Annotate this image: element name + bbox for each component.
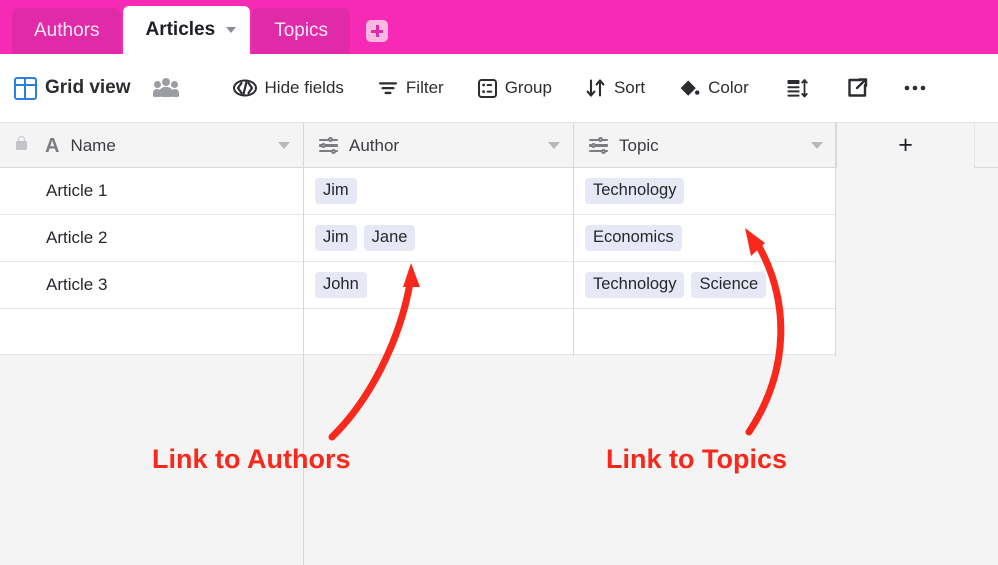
hide-fields-icon <box>232 79 257 97</box>
column-header-name[interactable]: A Name <box>0 123 303 168</box>
cell-author[interactable]: Jim Jane <box>304 215 573 261</box>
column-divider <box>835 123 836 356</box>
filter-button[interactable]: Filter <box>378 78 444 98</box>
column-menu-caret-topic[interactable] <box>811 142 823 149</box>
sort-label: Sort <box>613 78 646 97</box>
grid-rows: Article 1 Jim Technology Article 2 Jim J… <box>0 168 836 355</box>
tab-authors-label: Authors <box>34 20 100 41</box>
linked-record-chip[interactable]: Jane <box>363 225 416 251</box>
grid-view-icon <box>14 76 37 100</box>
column-header-topic-label: Topic <box>619 135 659 155</box>
linked-record-chip[interactable]: Economics <box>585 225 682 251</box>
group-icon <box>477 78 497 98</box>
tab-articles[interactable]: Articles <box>123 6 251 54</box>
cell-name[interactable]: Article 2 <box>0 215 303 261</box>
linked-record-chip[interactable]: Jim <box>315 225 357 251</box>
cell-topic[interactable]: Technology Science <box>574 262 836 308</box>
paint-bucket-icon <box>679 79 700 98</box>
table-tab-bar: Authors Articles Topics <box>0 0 998 54</box>
add-table-button[interactable] <box>366 20 389 42</box>
airtable-grid-screen: Authors Articles Topics Grid view Hide f… <box>0 0 998 565</box>
column-header-author[interactable]: Author <box>304 123 573 168</box>
linked-record-chip[interactable]: Jim <box>315 178 357 204</box>
table-row[interactable]: Article 3 John Technology Science <box>0 262 836 309</box>
table-row[interactable] <box>0 309 836 355</box>
hide-fields-label: Hide fields <box>264 78 344 97</box>
tab-topics[interactable]: Topics <box>252 8 351 54</box>
annotation-link-to-topics: Link to Topics <box>606 444 787 474</box>
column-header-topic[interactable]: Topic <box>574 123 836 168</box>
column-menu-caret-name[interactable] <box>278 142 290 149</box>
color-button[interactable]: Color <box>679 78 749 98</box>
cell-author[interactable]: Jim <box>304 168 573 214</box>
grid-column-header-row: A Name Author Topic + <box>0 123 998 168</box>
grid-view-button[interactable]: Grid view <box>14 76 131 100</box>
cell-name[interactable] <box>0 309 303 355</box>
row-height-button[interactable] <box>787 78 809 98</box>
group-label: Group <box>504 78 552 97</box>
table-row[interactable]: Article 2 Jim Jane Economics <box>0 215 836 262</box>
linked-record-chip[interactable]: John <box>315 272 367 298</box>
cell-topic[interactable]: Economics <box>574 215 836 261</box>
sort-button[interactable]: Sort <box>586 78 645 98</box>
column-header-name-label: Name <box>70 135 116 155</box>
lock-icon <box>16 136 27 150</box>
share-view-button[interactable] <box>847 78 868 98</box>
annotation-link-to-authors: Link to Authors <box>152 444 351 474</box>
sort-icon <box>586 79 606 97</box>
cell-name[interactable]: Article 3 <box>0 262 303 308</box>
tab-articles-label: Articles <box>145 19 216 40</box>
filter-label: Filter <box>405 78 444 97</box>
row-height-icon <box>787 78 809 98</box>
linked-record-chip[interactable]: Science <box>691 272 767 298</box>
color-label: Color <box>708 78 749 97</box>
cell-author[interactable] <box>304 309 573 355</box>
cell-author[interactable]: John <box>304 262 573 308</box>
filter-icon <box>378 80 398 96</box>
people-icon <box>152 78 179 98</box>
linked-record-icon <box>589 137 608 154</box>
column-menu-caret-author[interactable] <box>548 142 560 149</box>
group-button[interactable]: Group <box>477 78 552 98</box>
more-options-button[interactable] <box>904 84 926 92</box>
add-field-button[interactable]: + <box>836 123 975 168</box>
share-external-icon <box>847 78 868 98</box>
tab-authors[interactable]: Authors <box>12 8 122 54</box>
linked-record-chip[interactable]: Technology <box>585 272 685 298</box>
view-toolbar: Grid view Hide fields Filter Group Sort … <box>0 54 998 123</box>
collaborators-button[interactable] <box>152 78 179 98</box>
cell-topic[interactable] <box>574 309 836 355</box>
column-divider <box>573 123 574 356</box>
hide-fields-button[interactable]: Hide fields <box>232 78 344 98</box>
chevron-down-icon[interactable] <box>226 27 237 33</box>
linked-record-chip[interactable]: Technology <box>585 178 685 204</box>
add-field-label: + <box>898 131 913 159</box>
column-divider <box>303 123 304 565</box>
table-row[interactable]: Article 1 Jim Technology <box>0 168 836 215</box>
column-header-author-label: Author <box>349 135 400 155</box>
cell-name[interactable]: Article 1 <box>0 168 303 214</box>
grid-view-label: Grid view <box>45 77 131 98</box>
ellipsis-icon <box>904 84 926 92</box>
text-field-icon: A <box>45 134 60 157</box>
tab-topics-label: Topics <box>274 20 329 41</box>
linked-record-icon <box>319 137 338 154</box>
cell-topic[interactable]: Technology <box>574 168 836 214</box>
